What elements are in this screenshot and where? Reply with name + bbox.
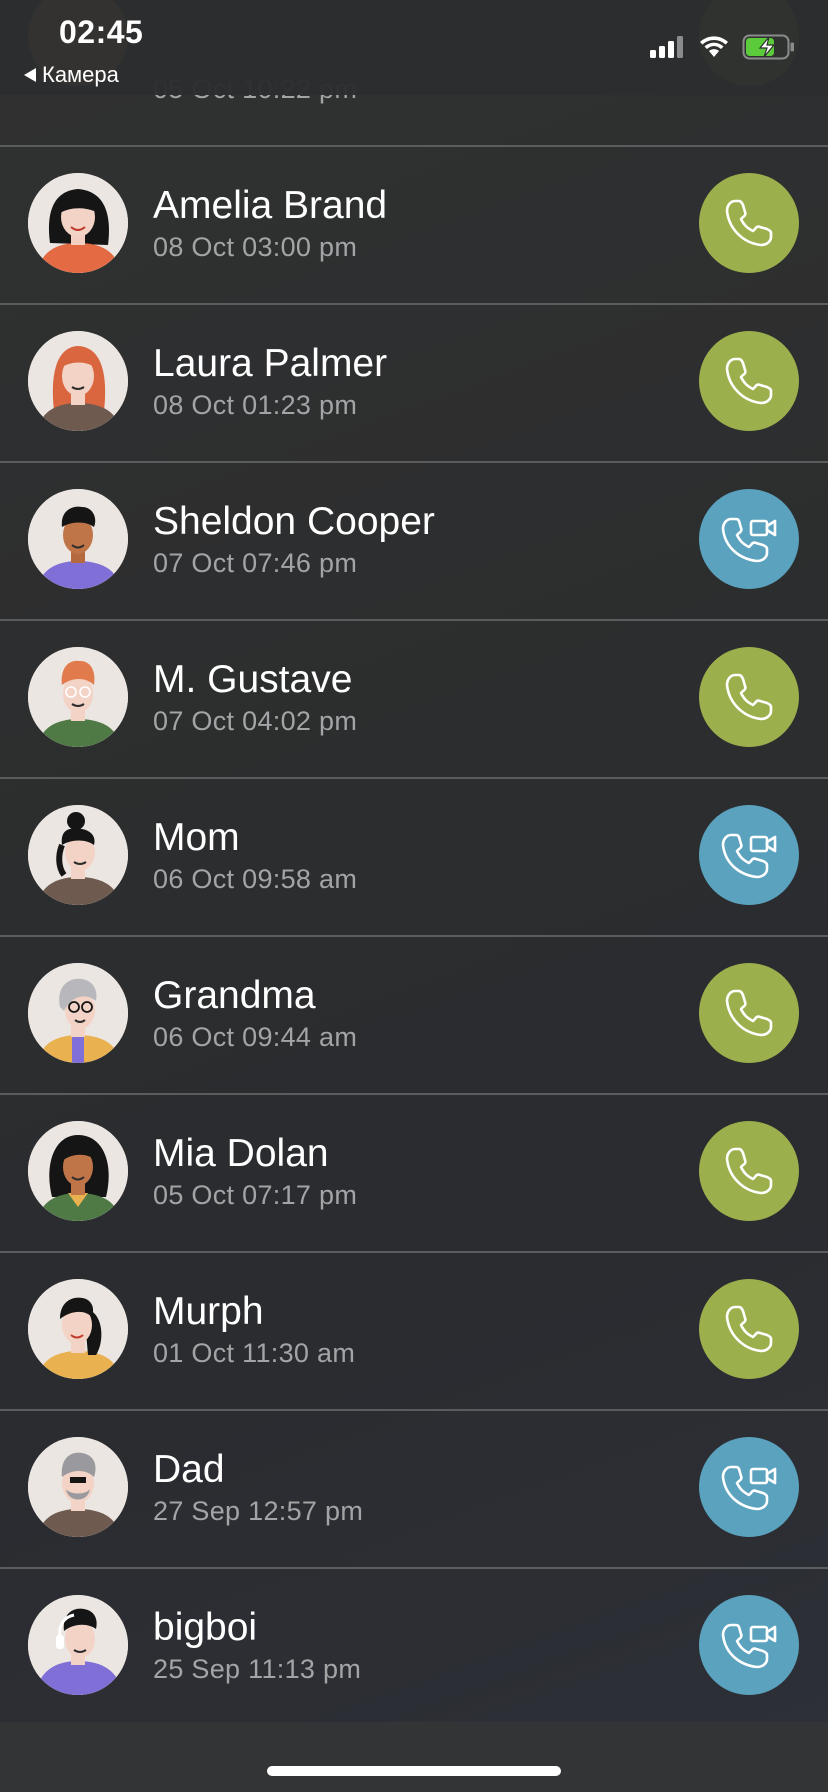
video-call-icon: [721, 833, 777, 879]
video-call-icon: [721, 1465, 777, 1511]
video-call-back-button[interactable]: [699, 489, 799, 589]
avatar: [28, 489, 128, 589]
avatar: [28, 331, 128, 431]
phone-icon: [725, 199, 773, 247]
avatar: [28, 1121, 128, 1221]
call-row[interactable]: M. Gustave 07 Oct 04:02 pm: [0, 620, 828, 779]
avatar: [28, 173, 128, 273]
call-time: 01 Oct 11:30 am: [153, 1338, 356, 1368]
avatar: [28, 1279, 128, 1379]
call-row[interactable]: Sheldon Cooper 07 Oct 07:46 pm: [0, 462, 828, 621]
video-call-back-button[interactable]: [699, 805, 799, 905]
contact-name: Dad: [153, 1448, 225, 1491]
back-to-app-link[interactable]: Камера: [24, 62, 119, 88]
avatar: [28, 1595, 128, 1695]
status-bar: 02:45 Камера: [0, 0, 828, 95]
contact-name: M. Gustave: [153, 658, 353, 701]
call-time: 06 Oct 09:44 am: [153, 1022, 358, 1052]
status-time: 02:45: [59, 14, 144, 50]
call-row[interactable]: Laura Palmer 08 Oct 01:23 pm: [0, 304, 828, 463]
video-call-back-button[interactable]: [699, 1437, 799, 1537]
battery-charging-icon: [742, 34, 794, 60]
call-row[interactable]: Mom 06 Oct 09:58 am: [0, 778, 828, 937]
wifi-icon: [700, 36, 728, 57]
video-call-back-button[interactable]: [699, 1595, 799, 1695]
contact-name: Mia Dolan: [153, 1132, 329, 1175]
video-call-icon: [721, 517, 777, 563]
contact-name: Amelia Brand: [153, 184, 388, 227]
avatar: [28, 1437, 128, 1537]
contact-name: Grandma: [153, 974, 316, 1017]
call-back-button[interactable]: [699, 1279, 799, 1379]
call-time: 08 Oct 03:00 pm: [153, 232, 358, 262]
contact-name: Mom: [153, 816, 240, 859]
call-back-button[interactable]: [699, 647, 799, 747]
cellular-signal-icon: [650, 36, 683, 58]
phone-icon: [725, 1305, 773, 1353]
phone-icon: [725, 989, 773, 1037]
video-call-icon: [721, 1623, 777, 1669]
call-time: 07 Oct 07:46 pm: [153, 548, 358, 578]
call-history-screen: 05 Oct 10:22 pm Amelia Brand 08 Oct 03:0…: [0, 0, 828, 1792]
call-back-button[interactable]: [699, 173, 799, 273]
call-back-button[interactable]: [699, 963, 799, 1063]
contact-name: Laura Palmer: [153, 342, 388, 385]
call-time: 07 Oct 04:02 pm: [153, 706, 358, 736]
contact-name: Sheldon Cooper: [153, 500, 435, 543]
call-time: 05 Oct 07:17 pm: [153, 1180, 358, 1210]
call-time: 25 Sep 11:13 pm: [153, 1654, 362, 1684]
phone-icon: [725, 357, 773, 405]
call-time: 08 Oct 01:23 pm: [153, 390, 358, 420]
phone-icon: [725, 673, 773, 721]
home-indicator[interactable]: [267, 1766, 561, 1776]
call-row[interactable]: bigboi 25 Sep 11:13 pm: [0, 1568, 828, 1725]
call-back-button[interactable]: [699, 331, 799, 431]
contact-name: Murph: [153, 1290, 264, 1333]
back-link-label: Камера: [42, 62, 119, 87]
bottom-safe-area: [0, 1722, 828, 1792]
call-back-button[interactable]: [699, 1121, 799, 1221]
avatar: [28, 647, 128, 747]
call-time: 27 Sep 12:57 pm: [153, 1496, 364, 1526]
status-icons: [650, 34, 796, 60]
call-row[interactable]: Dad 27 Sep 12:57 pm: [0, 1410, 828, 1569]
call-time: 06 Oct 09:58 am: [153, 864, 358, 894]
contact-name: bigboi: [153, 1606, 258, 1649]
call-row[interactable]: Grandma 06 Oct 09:44 am: [0, 936, 828, 1095]
call-row[interactable]: Amelia Brand 08 Oct 03:00 pm: [0, 146, 828, 305]
phone-icon: [725, 1147, 773, 1195]
back-arrow-icon: [24, 68, 36, 82]
avatar: [28, 805, 128, 905]
call-row[interactable]: Murph 01 Oct 11:30 am: [0, 1252, 828, 1411]
call-row[interactable]: Mia Dolan 05 Oct 07:17 pm: [0, 1094, 828, 1253]
avatar: [28, 963, 128, 1063]
